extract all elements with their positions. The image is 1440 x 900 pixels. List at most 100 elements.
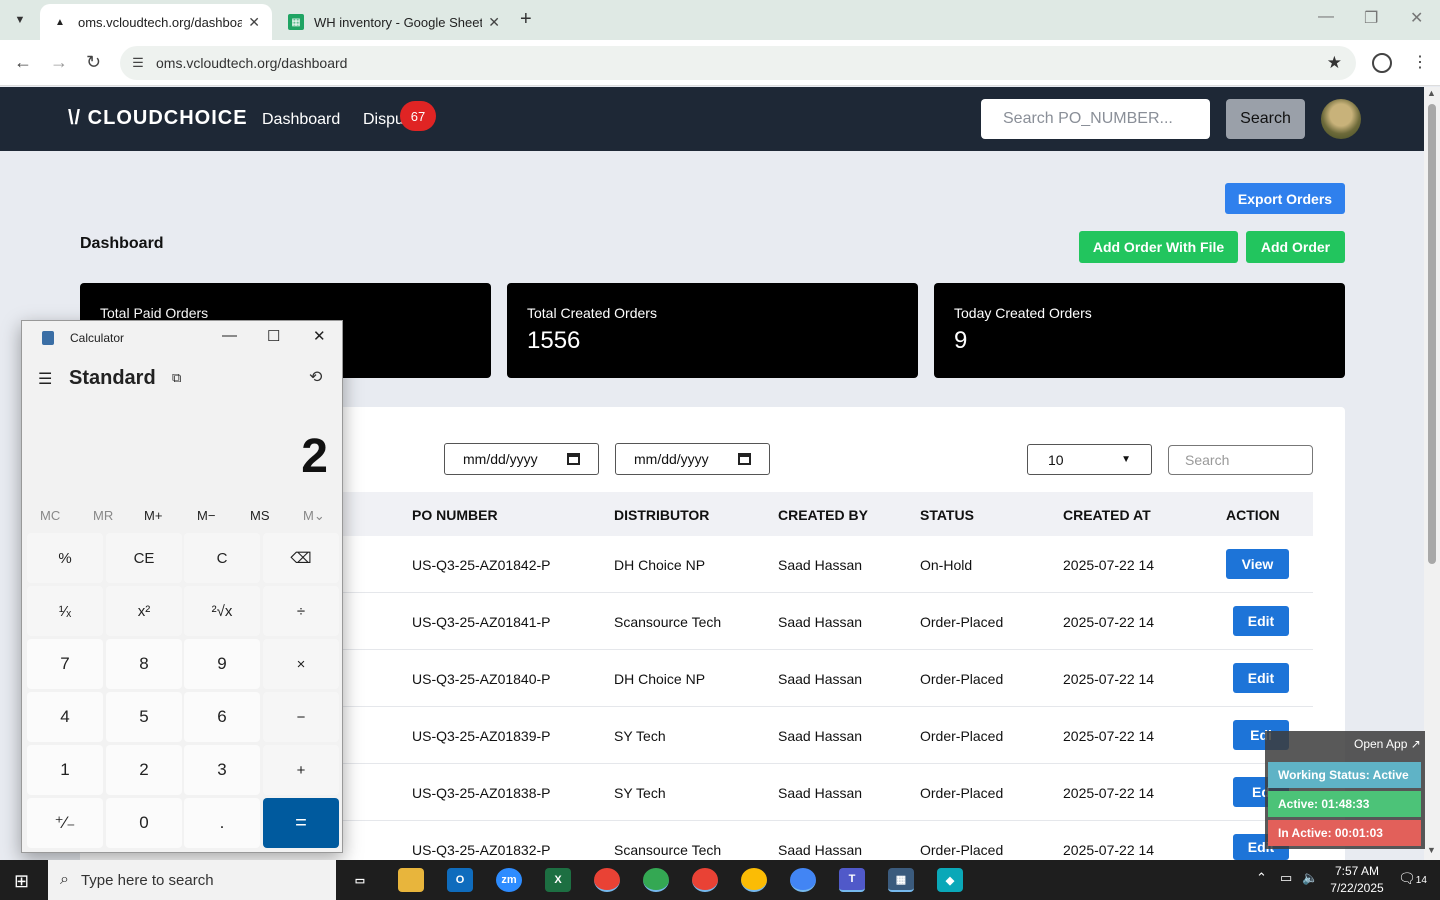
profile-icon[interactable] — [1372, 53, 1392, 73]
divide-key[interactable]: ÷ — [263, 586, 339, 636]
memory-recall-button[interactable]: MR — [93, 508, 113, 523]
add-order-button[interactable]: Add Order — [1246, 231, 1345, 263]
scrollbar-thumb[interactable] — [1428, 104, 1436, 564]
user-avatar[interactable] — [1321, 99, 1361, 139]
chrome-icon[interactable] — [741, 868, 767, 892]
scroll-down-arrow-icon[interactable]: ▼ — [1427, 845, 1436, 855]
memory-add-button[interactable]: M+ — [144, 508, 162, 523]
multiply-key[interactable]: × — [263, 639, 339, 689]
calculator-taskbar-icon[interactable]: ▦ — [888, 868, 914, 892]
reciprocal-key[interactable]: ¹⁄ₓ — [27, 586, 103, 636]
digit-6-key[interactable]: 6 — [184, 692, 260, 742]
page-size-select[interactable]: 10 ▼ — [1027, 444, 1152, 475]
network-icon[interactable]: ▭ — [1280, 870, 1292, 886]
chevron-up-icon[interactable]: ⌃ — [1256, 870, 1267, 886]
cloudchoice-logo[interactable]: \/ CLOUDCHOICE — [68, 107, 248, 130]
add-key[interactable]: + — [263, 745, 339, 795]
col-created-by[interactable]: CREATED BY — [778, 507, 868, 523]
digit-1-key[interactable]: 1 — [27, 745, 103, 795]
file-explorer-icon[interactable] — [398, 868, 424, 892]
export-orders-button[interactable]: Export Orders — [1225, 183, 1345, 214]
digit-5-key[interactable]: 5 — [106, 692, 182, 742]
col-distributor[interactable]: DISTRIBUTOR — [614, 507, 709, 523]
taskbar-search-box[interactable]: ⌕ Type here to search — [48, 860, 336, 900]
backspace-key[interactable]: ⌫ — [263, 533, 339, 583]
nav-dashboard[interactable]: Dashboard — [262, 111, 340, 129]
scroll-up-arrow-icon[interactable]: ▲ — [1427, 88, 1436, 98]
chrome-icon[interactable] — [643, 868, 669, 892]
digit-3-key[interactable]: 3 — [184, 745, 260, 795]
close-tab-icon[interactable]: ✕ — [248, 14, 260, 31]
history-icon[interactable]: ⟲ — [309, 367, 322, 387]
add-order-with-file-button[interactable]: Add Order With File — [1079, 231, 1238, 263]
outlook-icon[interactable]: O — [447, 868, 473, 892]
windows-start-icon[interactable]: ⊞ — [14, 871, 29, 892]
digit-9-key[interactable]: 9 — [184, 639, 260, 689]
memory-store-button[interactable]: MS — [250, 508, 270, 523]
clear-key[interactable]: C — [184, 533, 260, 583]
new-tab-icon[interactable]: + — [520, 8, 532, 31]
notification-center-icon[interactable]: 🗨14 — [1398, 870, 1427, 887]
col-created-at[interactable]: CREATED AT — [1063, 507, 1151, 523]
digit-8-key[interactable]: 8 — [106, 639, 182, 689]
address-bar[interactable]: ☰ oms.vcloudtech.org/dashboard ★ — [120, 46, 1356, 80]
col-status[interactable]: STATUS — [920, 507, 974, 523]
col-po-number[interactable]: PO NUMBER — [412, 507, 498, 523]
header-search-button[interactable]: Search — [1226, 99, 1305, 139]
negate-key[interactable]: ⁺⁄₋ — [27, 798, 103, 848]
close-icon[interactable]: ✕ — [313, 327, 326, 345]
bookmark-star-icon[interactable]: ★ — [1327, 53, 1342, 73]
chrome-icon[interactable] — [594, 868, 620, 892]
url-text[interactable]: oms.vcloudtech.org/dashboard — [156, 55, 1327, 71]
memory-list-button[interactable]: M⌄ — [303, 508, 325, 524]
calculator-window[interactable]: Calculator — ☐ ✕ ☰ Standard ⧉ ⟲ 2 MC MR … — [21, 320, 343, 853]
back-icon[interactable]: ← — [14, 52, 32, 73]
site-info-icon[interactable]: ☰ — [120, 55, 156, 71]
percent-key[interactable]: % — [27, 533, 103, 583]
digit-7-key[interactable]: 7 — [27, 639, 103, 689]
tab-search-icon[interactable]: ▼ — [8, 8, 32, 32]
po-number-search-input[interactable] — [981, 99, 1210, 139]
calendar-icon[interactable] — [567, 453, 580, 465]
minimize-icon[interactable]: — — [1318, 8, 1334, 26]
open-app-link[interactable]: Open App ↗ — [1354, 737, 1421, 751]
taskbar-clock[interactable]: 7:57 AM 7/22/2025 — [1326, 863, 1388, 897]
chrome-icon[interactable] — [692, 868, 718, 892]
close-window-icon[interactable]: ✕ — [1410, 8, 1423, 28]
maximize-icon[interactable]: ☐ — [267, 327, 280, 345]
tab-sheets[interactable]: ▦ WH inventory - Google Sheets ✕ — [276, 4, 512, 40]
keep-on-top-icon[interactable]: ⧉ — [172, 370, 181, 386]
digit-0-key[interactable]: 0 — [106, 798, 182, 848]
digit-2-key[interactable]: 2 — [106, 745, 182, 795]
memory-subtract-button[interactable]: M− — [197, 508, 215, 523]
chrome-icon[interactable] — [790, 868, 816, 892]
nav-disputes[interactable]: Dispu — [363, 111, 404, 129]
task-view-icon[interactable]: ▭ — [347, 868, 373, 892]
edit-button[interactable]: Edit — [1233, 606, 1289, 636]
clear-entry-key[interactable]: CE — [106, 533, 182, 583]
calendar-icon[interactable] — [738, 453, 751, 465]
teams-icon[interactable]: T — [839, 868, 865, 892]
view-button[interactable]: View — [1226, 549, 1289, 579]
more-menu-icon[interactable]: ⋮ — [1412, 52, 1428, 72]
restore-icon[interactable]: ❐ — [1364, 8, 1378, 28]
hamburger-menu-icon[interactable]: ☰ — [38, 369, 52, 389]
square-key[interactable]: x² — [106, 586, 182, 636]
minimize-icon[interactable]: — — [222, 327, 237, 344]
reload-icon[interactable]: ↻ — [86, 52, 101, 73]
volume-muted-icon[interactable]: 🔈 — [1302, 870, 1318, 886]
date-from-input[interactable]: mm/dd/yyyy — [444, 443, 599, 475]
edit-button[interactable]: Edit — [1233, 663, 1289, 693]
tab-dashboard[interactable]: ▲ oms.vcloudtech.org/dashboard ✕ — [40, 4, 272, 40]
square-root-key[interactable]: ²√x — [184, 586, 260, 636]
date-to-input[interactable]: mm/dd/yyyy — [615, 443, 770, 475]
subtract-key[interactable]: − — [263, 692, 339, 742]
memory-clear-button[interactable]: MC — [40, 508, 60, 523]
close-tab-icon[interactable]: ✕ — [488, 14, 500, 31]
decimal-key[interactable]: . — [184, 798, 260, 848]
forward-icon[interactable]: → — [50, 52, 68, 73]
equals-key[interactable]: = — [263, 798, 339, 848]
excel-icon[interactable]: X — [545, 868, 571, 892]
app-diamond-icon[interactable]: ◆ — [937, 868, 963, 892]
table-search-input[interactable]: Search — [1168, 445, 1313, 475]
